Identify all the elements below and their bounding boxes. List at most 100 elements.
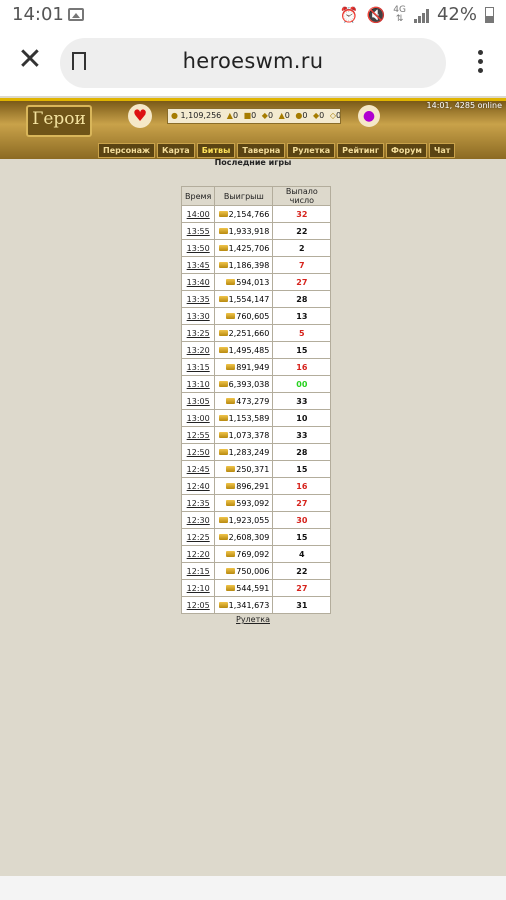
game-time-link[interactable]: 13:50 — [187, 244, 210, 253]
win-amount: 2,154,766 — [228, 209, 270, 219]
more-menu-icon[interactable] — [478, 50, 484, 74]
menu-rating[interactable]: Рейтинг — [337, 143, 384, 158]
row-time-cell: 12:30 — [180, 511, 216, 529]
row-time-cell: 12:20 — [180, 545, 216, 563]
menu-forum[interactable]: Форум — [386, 143, 427, 158]
game-time-link[interactable]: 12:10 — [187, 584, 210, 593]
game-time-link[interactable]: 12:30 — [187, 516, 210, 525]
game-time-link[interactable]: 12:40 — [187, 482, 210, 491]
game-time-link[interactable]: 12:35 — [187, 499, 210, 508]
image-notification-icon — [68, 8, 84, 21]
row-win-cell: 2,608,309 — [214, 528, 274, 546]
win-amount: 891,949 — [236, 362, 270, 372]
game-header: Герои ♥ ● 1,109,256 ▲0 ■0 ◆0 ▲0 ●0 ◆0 ◇0… — [0, 98, 506, 159]
alarm-icon: ⏰ — [339, 5, 359, 24]
gold-icon — [226, 483, 236, 489]
battery-icon — [485, 6, 494, 23]
row-time-cell: 12:10 — [180, 579, 216, 597]
game-time-link[interactable]: 13:45 — [187, 261, 210, 270]
win-amount: 2,608,309 — [228, 532, 270, 542]
game-time-link[interactable]: 13:05 — [187, 397, 210, 406]
row-time-cell: 12:40 — [180, 477, 216, 495]
status-time: 14:01 — [12, 4, 64, 25]
roulette-link[interactable]: Рулетка — [0, 615, 506, 624]
row-number-cell: 33 — [272, 392, 332, 410]
table-row: 13:50 1,425,706 2 — [180, 239, 332, 257]
gold-icon — [218, 296, 228, 302]
game-time-link[interactable]: 12:55 — [187, 431, 210, 440]
url-bar[interactable]: heroeswm.ru — [60, 38, 446, 88]
row-win-cell: 544,591 — [214, 579, 274, 597]
game-time-link[interactable]: 12:20 — [187, 550, 210, 559]
row-win-cell: 473,279 — [214, 392, 274, 410]
row-win-cell: 594,013 — [214, 273, 274, 291]
win-amount: 1,153,589 — [228, 413, 270, 423]
row-time-cell: 12:45 — [180, 460, 216, 478]
table-row: 13:30 760,605 13 — [180, 307, 332, 325]
online-counter: 14:01, 4285 online — [426, 101, 502, 110]
gold-icon — [226, 500, 236, 506]
win-amount: 544,591 — [236, 583, 270, 593]
menu-map[interactable]: Карта — [156, 143, 195, 158]
game-time-link[interactable]: 13:10 — [187, 380, 210, 389]
game-time-link[interactable]: 13:20 — [187, 346, 210, 355]
table-row: 12:25 2,608,309 15 — [180, 528, 332, 546]
row-time-cell: 12:25 — [180, 528, 216, 546]
health-heart-icon[interactable]: ♥ — [128, 104, 152, 128]
table-row: 13:00 1,153,589 10 — [180, 409, 332, 427]
url-text[interactable]: heroeswm.ru — [60, 49, 446, 73]
table-row: 12:40 896,291 16 — [180, 477, 332, 495]
game-time-link[interactable]: 13:00 — [187, 414, 210, 423]
game-time-link[interactable]: 13:15 — [187, 363, 210, 372]
row-win-cell: 896,291 — [214, 477, 274, 495]
table-row: 13:25 2,251,660 5 — [180, 324, 332, 342]
resource-ore: ■0 — [243, 111, 257, 120]
win-amount: 1,186,398 — [228, 260, 270, 270]
game-time-link[interactable]: 13:40 — [187, 278, 210, 287]
gold-icon — [218, 602, 228, 608]
win-amount: 1,425,706 — [228, 243, 270, 253]
close-icon[interactable]: ✕ — [16, 45, 44, 75]
gold-icon — [218, 228, 228, 234]
row-win-cell: 593,092 — [214, 494, 274, 512]
row-time-cell: 13:55 — [180, 222, 216, 240]
game-time-link[interactable]: 12:05 — [187, 601, 210, 610]
row-number-cell: 27 — [272, 494, 332, 512]
row-win-cell: 750,006 — [214, 562, 274, 580]
page-title: Последние игры — [214, 158, 292, 167]
row-win-cell: 1,495,485 — [214, 341, 274, 359]
menu-battles[interactable]: Битвы — [196, 143, 236, 158]
menu-roulette[interactable]: Рулетка — [287, 143, 336, 158]
resource-crystal: ●0 — [295, 111, 308, 120]
mana-potion-icon[interactable]: ● — [358, 105, 380, 127]
menu-chat[interactable]: Чат — [428, 143, 456, 158]
gold-icon — [218, 330, 228, 336]
resource-sulfur: ▲0 — [278, 111, 290, 120]
win-amount: 1,923,055 — [228, 515, 270, 525]
row-number-cell: 32 — [272, 205, 332, 223]
table-row: 14:00 2,154,766 32 — [180, 205, 332, 223]
row-time-cell: 13:45 — [180, 256, 216, 274]
row-number-cell: 5 — [272, 324, 332, 342]
row-number-cell: 2 — [272, 239, 332, 257]
game-time-link[interactable]: 13:55 — [187, 227, 210, 236]
gold-icon — [218, 381, 228, 387]
menu-character[interactable]: Персонаж — [98, 143, 155, 158]
menu-tavern[interactable]: Таверна — [237, 143, 286, 158]
game-time-link[interactable]: 12:45 — [187, 465, 210, 474]
col-number-header: Выпало число — [272, 186, 332, 206]
game-time-link[interactable]: 12:15 — [187, 567, 210, 576]
game-time-link[interactable]: 14:00 — [187, 210, 210, 219]
game-time-link[interactable]: 13:30 — [187, 312, 210, 321]
win-amount: 896,291 — [236, 481, 270, 491]
status-indicators: ⏰ 🔇 4G ⇅ 42% — [340, 4, 494, 25]
game-time-link[interactable]: 13:35 — [187, 295, 210, 304]
row-time-cell: 12:05 — [180, 596, 216, 614]
row-number-cell: 13 — [272, 307, 332, 325]
game-time-link[interactable]: 12:50 — [187, 448, 210, 457]
game-time-link[interactable]: 12:25 — [187, 533, 210, 542]
win-amount: 1,283,249 — [228, 447, 270, 457]
game-time-link[interactable]: 13:25 — [187, 329, 210, 338]
row-number-cell: 16 — [272, 358, 332, 376]
game-logo[interactable]: Герои — [26, 105, 92, 137]
